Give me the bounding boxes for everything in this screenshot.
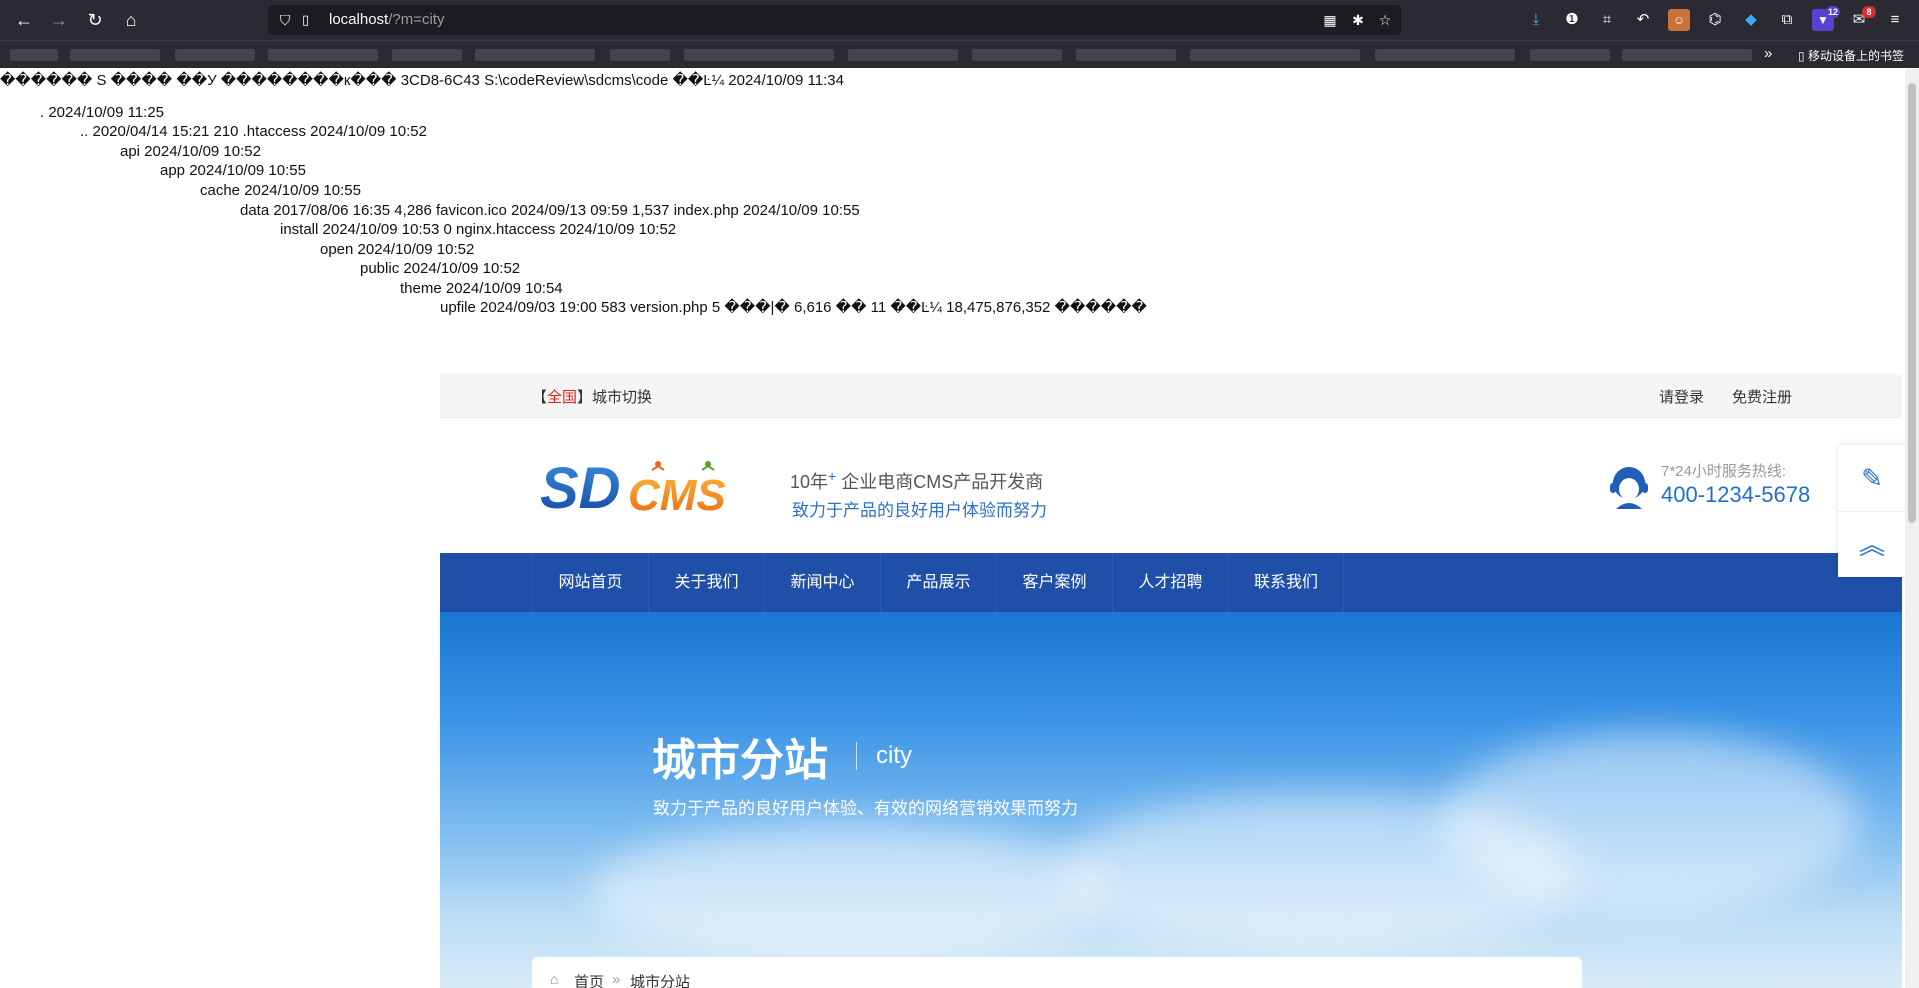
side-toolbar: ✎ ︽ bbox=[1838, 445, 1906, 577]
bookmark-item[interactable] bbox=[268, 49, 378, 61]
back-icon[interactable]: ← bbox=[12, 8, 36, 32]
bookmark-item[interactable] bbox=[972, 49, 1062, 61]
bookmark-item[interactable] bbox=[175, 49, 255, 61]
bookmark-item[interactable] bbox=[70, 49, 160, 61]
nav-item-about[interactable]: 关于我们 bbox=[648, 553, 764, 612]
shield-icon[interactable]: ⛉ bbox=[276, 11, 294, 29]
hotline-label: 7*24小时服务热线: bbox=[1661, 463, 1787, 480]
bookmarks-bar: » ▯ 移动设备上的书签 bbox=[0, 40, 1919, 68]
bookmark-item[interactable] bbox=[1375, 49, 1515, 61]
bookmark-item[interactable] bbox=[1190, 49, 1360, 61]
bird-icon[interactable]: ◆ bbox=[1740, 9, 1762, 31]
browser-toolbar: ← → ↻ ⌂ ⛉ ▯ localhost/?m=city ▦ ✱ ☆ ⤓ ❶ … bbox=[0, 0, 1919, 40]
breadcrumb-home[interactable]: 首页 bbox=[574, 971, 604, 988]
bookmark-item[interactable] bbox=[1530, 49, 1610, 61]
nav-item-cases[interactable]: 客户案例 bbox=[996, 553, 1112, 612]
dir-line: cache 2024/10/09 10:55 bbox=[200, 182, 361, 199]
customer-service-icon bbox=[1610, 467, 1648, 509]
svg-text:SD: SD bbox=[540, 456, 621, 518]
dir-line: api 2024/10/09 10:52 bbox=[120, 143, 261, 160]
nav-item-jobs[interactable]: 人才招聘 bbox=[1112, 553, 1228, 612]
bookmark-item[interactable] bbox=[610, 49, 670, 61]
main-nav: 网站首页 关于我们 新闻中心 产品展示 客户案例 人才招聘 联系我们 bbox=[440, 553, 1902, 612]
bookmark-item[interactable] bbox=[392, 49, 462, 61]
banner-title: 城市分站 bbox=[652, 736, 828, 785]
sdcms-logo[interactable]: SD CMS bbox=[540, 456, 740, 518]
qr-code-icon[interactable]: ▦ bbox=[1321, 11, 1339, 29]
banner-divider bbox=[856, 742, 857, 770]
bookmark-star-icon[interactable]: ☆ bbox=[1376, 11, 1394, 29]
city-switch[interactable]: 【全国】城市切换 bbox=[532, 386, 652, 407]
mobile-bookmarks[interactable]: ▯ 移动设备上的书签 bbox=[1798, 47, 1904, 64]
slogan-mission: 致力于产品的良好用户体验而努力 bbox=[792, 501, 1047, 520]
dir-line: upfile 2024/09/03 19:00 583 version.php … bbox=[440, 299, 1147, 316]
breadcrumb-separator-icon: » bbox=[612, 971, 621, 988]
register-link[interactable]: 免费注册 bbox=[1732, 389, 1792, 406]
home-icon[interactable]: ⌂ bbox=[550, 971, 558, 987]
bookmark-item[interactable] bbox=[684, 49, 834, 61]
page-icon: ▯ bbox=[302, 12, 310, 27]
hotline-number[interactable]: 400-1234-5678 bbox=[1661, 482, 1810, 508]
banner-cloud bbox=[590, 822, 1110, 962]
breadcrumb: ⌂ 首页 » 城市分站 bbox=[532, 957, 1582, 988]
edit-icon[interactable]: ✎ bbox=[1838, 445, 1906, 511]
forward-icon[interactable]: → bbox=[47, 8, 71, 32]
bookmark-item[interactable] bbox=[848, 49, 958, 61]
login-link[interactable]: 请登录 bbox=[1659, 389, 1704, 406]
reload-icon[interactable]: ↻ bbox=[83, 8, 107, 32]
chevron-right-icon[interactable]: » bbox=[1764, 45, 1772, 62]
url-text[interactable]: localhost/?m=city bbox=[329, 11, 444, 29]
bookmark-item[interactable] bbox=[1076, 49, 1176, 61]
dir-line: . 2024/10/09 11:25 bbox=[40, 104, 164, 121]
banner-subtitle: city bbox=[876, 742, 912, 769]
nav-item-products[interactable]: 产品展示 bbox=[880, 553, 996, 612]
password-manager-icon[interactable]: ❶ bbox=[1561, 9, 1583, 31]
menu-icon[interactable]: ≡ bbox=[1884, 9, 1906, 31]
site-header: SD CMS 10年+ 企业电商CMS产品开发商 致力于产品的良好用户体验而努力… bbox=[440, 418, 1902, 553]
extension-shield-icon[interactable]: ▼ 12 bbox=[1812, 6, 1840, 31]
crop-icon[interactable]: ⌗ bbox=[1596, 9, 1618, 31]
dir-line: data 2017/08/06 16:35 4,286 favicon.ico … bbox=[240, 202, 860, 219]
scrollbar[interactable] bbox=[1905, 69, 1919, 988]
account-links: 请登录 免费注册 bbox=[1631, 386, 1792, 407]
dir-line: theme 2024/10/09 10:54 bbox=[400, 280, 563, 297]
extensions-icon[interactable]: ⧉ bbox=[1776, 9, 1798, 31]
undo-icon[interactable]: ↶ bbox=[1632, 9, 1654, 31]
dir-line: install 2024/10/09 10:53 0 nginx.htacces… bbox=[280, 221, 677, 238]
extension-avatar-icon[interactable]: ☺ bbox=[1668, 9, 1690, 31]
banner-description: 致力于产品的良好用户体验、有效的网络营销效果而努力 bbox=[653, 799, 1078, 818]
current-city[interactable]: 全国 bbox=[547, 389, 577, 406]
breadcrumb-current[interactable]: 城市分站 bbox=[630, 971, 690, 988]
dir-line: .. 2020/04/14 15:21 210 .htaccess 2024/1… bbox=[80, 123, 427, 140]
dir-line: public 2024/10/09 10:52 bbox=[360, 260, 521, 277]
back-to-top-icon[interactable]: ︽ bbox=[1838, 511, 1906, 577]
slogan-years: 10年+ 企业电商CMS产品开发商 bbox=[790, 468, 1044, 492]
banner-cloud bbox=[1440, 732, 1860, 912]
dir-header: ������ S ���� ��У ��������к��� 3CD8-6C43… bbox=[0, 72, 844, 89]
scrollbar-thumb[interactable] bbox=[1908, 83, 1916, 523]
dir-line: open 2024/10/09 10:52 bbox=[320, 241, 475, 258]
sdcms-site: 【全国】城市切换 请登录 免费注册 SD CMS 10年+ 企业电商CMS产品开发… bbox=[440, 374, 1902, 988]
dir-line: app 2024/10/09 10:55 bbox=[160, 162, 306, 179]
home-icon[interactable]: ⌂ bbox=[119, 8, 143, 32]
glasses-icon[interactable]: ⌬ bbox=[1704, 9, 1726, 31]
page-banner: 城市分站 city 致力于产品的良好用户体验、有效的网络营销效果而努力 ⌂ 首页… bbox=[440, 612, 1902, 988]
site-topbar: 【全国】城市切换 请登录 免费注册 bbox=[440, 374, 1902, 418]
mail-icon[interactable]: ✉ 8 bbox=[1848, 6, 1876, 31]
svg-text:CMS: CMS bbox=[628, 471, 726, 518]
nav-item-contact[interactable]: 联系我们 bbox=[1228, 553, 1344, 612]
bookmark-item[interactable] bbox=[10, 49, 58, 61]
bookmark-item[interactable] bbox=[475, 49, 595, 61]
city-switch-link[interactable]: 城市切换 bbox=[592, 389, 652, 406]
page-content: ������ S ���� ��У ��������к��� 3CD8-6C43… bbox=[0, 69, 1919, 988]
bug-icon[interactable]: ✱ bbox=[1349, 11, 1367, 29]
address-bar[interactable]: ⛉ ▯ localhost/?m=city ▦ ✱ ☆ bbox=[268, 5, 1401, 35]
nav-item-news[interactable]: 新闻中心 bbox=[764, 553, 880, 612]
bookmark-item[interactable] bbox=[1622, 49, 1752, 61]
nav-item-home[interactable]: 网站首页 bbox=[532, 553, 648, 612]
download-icon[interactable]: ⤓ bbox=[1525, 9, 1547, 31]
